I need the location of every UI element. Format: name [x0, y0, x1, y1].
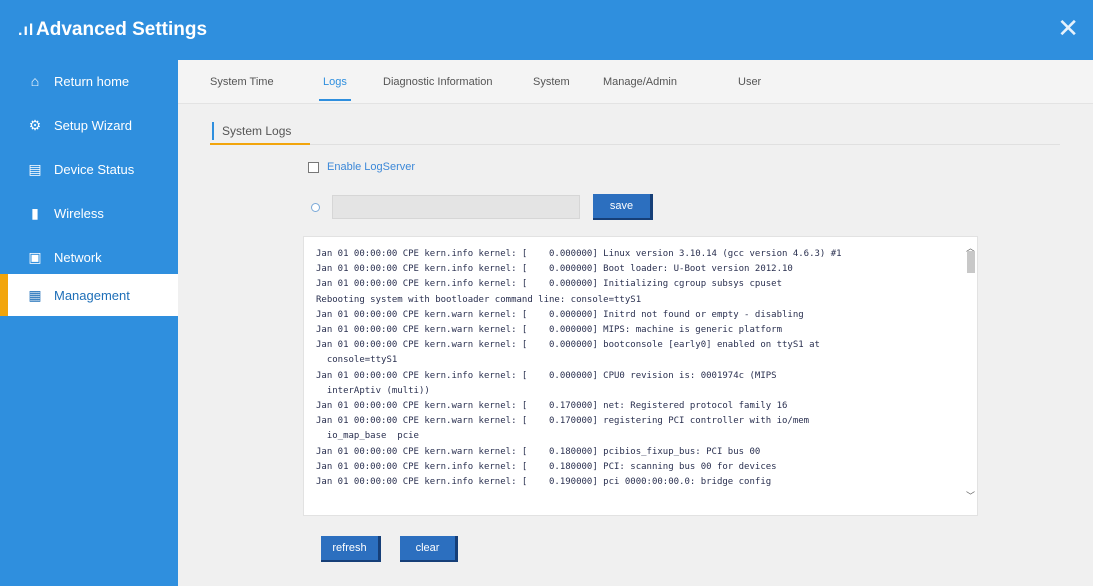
sidebar-item-device-status[interactable]: ▤ Device Status — [0, 148, 178, 190]
log-server-input[interactable] — [332, 195, 580, 219]
wizard-icon: ⚙ — [28, 117, 42, 133]
scrollbar-thumb[interactable] — [967, 251, 975, 273]
log-line: Jan 01 00:00:00 CPE kern.warn kernel: [ … — [316, 340, 820, 351]
main-panel: System Time Logs Diagnostic Information … — [178, 60, 1093, 586]
home-icon: ⌂ — [30, 73, 40, 89]
scroll-down-icon[interactable]: ﹀ — [966, 489, 975, 502]
log-line: Jan 01 00:00:00 CPE kern.warn kernel: [ … — [316, 416, 810, 427]
enable-logserver-label[interactable]: Enable LogServer — [327, 161, 415, 173]
signal-icon: ▮ — [31, 205, 39, 221]
system-log-viewer[interactable]: Jan 01 00:00:00 CPE kern.info kernel: [ … — [303, 236, 978, 516]
clear-button[interactable]: clear — [400, 536, 458, 562]
log-line: Jan 01 00:00:00 CPE kern.warn kernel: [ … — [316, 446, 761, 457]
signal-logo-icon: .ıl — [18, 22, 35, 39]
sidebar-item-return-home[interactable]: ⌂ Return home — [0, 60, 178, 102]
log-server-row: save — [311, 194, 653, 220]
sidebar: ⌂ Return home ⚙ Setup Wizard ▤ Device St… — [0, 60, 178, 586]
sidebar-item-setup-wizard[interactable]: ⚙ Setup Wizard — [0, 104, 178, 146]
status-icon: ▤ — [28, 161, 42, 177]
sidebar-item-label: Return home — [54, 73, 130, 89]
log-line: io_map_base pcie — [316, 431, 419, 442]
management-icon: ▦ — [28, 287, 42, 303]
enable-logserver-checkbox[interactable] — [308, 161, 319, 173]
enable-logserver-row: Enable LogServer — [308, 161, 415, 173]
sidebar-item-label: Setup Wizard — [54, 117, 133, 133]
window-title: Advanced Settings — [36, 19, 208, 40]
sidebar-item-label: Device Status — [54, 161, 135, 177]
log-line: Jan 01 00:00:00 CPE kern.warn kernel: [ … — [316, 325, 782, 336]
log-line: Jan 01 00:00:00 CPE kern.info kernel: [ … — [316, 249, 842, 259]
log-line: interAptiv (multi)) — [316, 385, 430, 396]
tab-bar: System Time Logs Diagnostic Information … — [178, 60, 1093, 104]
log-line: Jan 01 00:00:00 CPE kern.info kernel: [ … — [316, 477, 772, 488]
sidebar-item-management[interactable]: ▦ Management — [0, 274, 178, 316]
log-line: console=ttyS1 — [316, 355, 398, 366]
section-title: System Logs — [212, 122, 291, 140]
log-line: Jan 01 00:00:00 CPE kern.warn kernel: [ … — [316, 309, 804, 320]
log-line: Jan 01 00:00:00 CPE kern.warn kernel: [ … — [316, 401, 788, 412]
sidebar-item-label: Network — [54, 249, 102, 265]
tab-system[interactable]: System — [533, 76, 570, 88]
tab-system-time[interactable]: System Time — [210, 76, 274, 88]
sidebar-item-wireless[interactable]: ▮ Wireless — [0, 192, 178, 234]
tab-logs[interactable]: Logs — [319, 76, 351, 101]
save-button[interactable]: save — [593, 194, 653, 220]
tab-manage-admin[interactable]: Manage/Admin — [603, 76, 677, 88]
sidebar-item-label: Management — [54, 287, 130, 303]
tab-user[interactable]: User — [738, 76, 761, 88]
log-line: Jan 01 00:00:00 CPE kern.info kernel: [ … — [316, 279, 782, 290]
network-icon: ▣ — [28, 249, 42, 265]
tab-diagnostic-information[interactable]: Diagnostic Information — [383, 76, 492, 88]
title-bar: .ıl Advanced Settings ✕ — [0, 0, 1093, 60]
section-divider-accent — [210, 143, 310, 145]
close-icon[interactable]: ✕ — [1057, 15, 1079, 41]
log-scrollbar[interactable]: ︿ ﹀ — [965, 237, 977, 515]
log-line: Jan 01 00:00:00 CPE kern.info kernel: [ … — [316, 370, 777, 381]
system-log-text: Jan 01 00:00:00 CPE kern.info kernel: [ … — [316, 247, 966, 490]
log-line: Jan 01 00:00:00 CPE kern.info kernel: [ … — [316, 461, 777, 472]
log-line: Jan 01 00:00:00 CPE kern.info kernel: [ … — [316, 264, 793, 275]
section-divider — [210, 144, 1060, 145]
sidebar-item-network[interactable]: ▣ Network — [0, 236, 178, 278]
log-line: Rebooting system with bootloader command… — [316, 294, 642, 305]
log-server-radio[interactable] — [311, 202, 320, 212]
refresh-button[interactable]: refresh — [321, 536, 381, 562]
sidebar-item-label: Wireless — [54, 205, 104, 221]
